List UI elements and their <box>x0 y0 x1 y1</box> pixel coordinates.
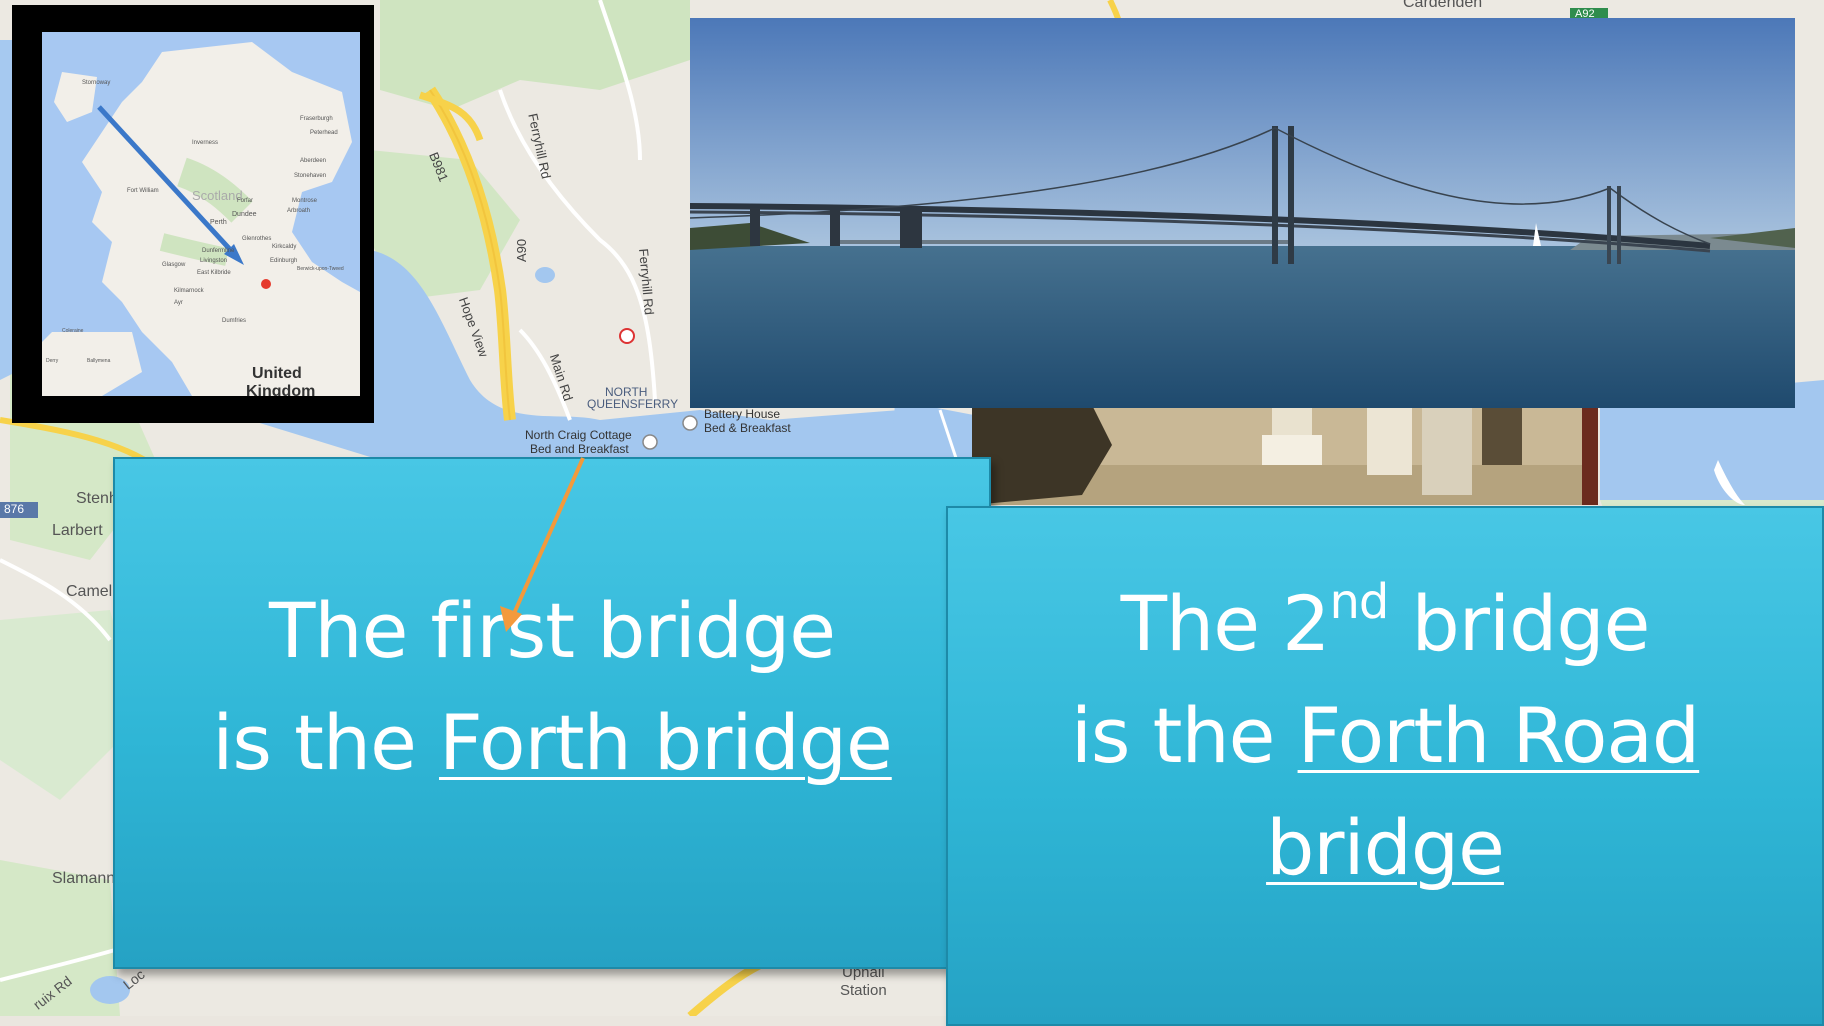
map-label-slamannan: Slamann <box>52 870 116 887</box>
first-bridge-line2: is the Forth bridge <box>115 687 989 799</box>
old-bridge-photo-graphic <box>972 405 1598 505</box>
inset-label-fraserburgh: Fraserburgh <box>300 116 333 122</box>
inset-label-dumfries: Dumfries <box>222 318 246 324</box>
forth-road-bridge-link-cont[interactable]: bridge <box>1266 803 1505 892</box>
inset-label-peterhead: Peterhead <box>310 130 338 136</box>
old-bridge-photo <box>972 405 1598 505</box>
map-label-battery-house-bb: Bed & Breakfast <box>704 421 791 435</box>
inset-label-edinburgh: Edinburgh <box>270 258 297 264</box>
map-label-b876: 876 <box>4 502 25 516</box>
inset-label-kingdom: Kingdom <box>246 383 315 396</box>
map-label-stenhouse: Stenh <box>76 490 118 507</box>
inset-label-east-kilbride: East Kilbride <box>197 270 231 276</box>
inset-label-stornoway: Stornoway <box>82 80 110 86</box>
inset-label-berwick: Berwick-upon-Tweed <box>297 266 344 272</box>
map-label-north-craig-bb: Bed and Breakfast <box>530 442 629 456</box>
inset-label-ayr: Ayr <box>174 300 183 306</box>
inset-label-scotland: Scotland <box>192 188 243 203</box>
inset-label-glasgow: Glasgow <box>162 262 186 268</box>
forth-road-bridge-photo <box>690 18 1795 408</box>
map-label-larbert: Larbert <box>52 522 103 539</box>
second-bridge-ordinal-suffix: nd <box>1329 573 1389 630</box>
inset-label-dundee: Dundee <box>232 211 257 218</box>
first-bridge-line1: The first bridge <box>268 586 836 675</box>
first-bridge-line2-prefix: is the <box>212 698 440 787</box>
first-bridge-callout: The first bridge is the Forth bridge <box>113 457 991 969</box>
second-bridge-line1: The 2nd bridge <box>948 568 1822 680</box>
forth-bridge-link[interactable]: Forth bridge <box>439 698 893 787</box>
bridge-photo-graphic <box>690 18 1795 408</box>
inset-label-fort-william: Fort William <box>127 188 159 194</box>
inset-label-montrose: Montrose <box>292 198 318 204</box>
inset-label-kilmarnock: Kilmarnock <box>174 288 205 294</box>
second-bridge-line3: bridge <box>948 792 1822 904</box>
map-label-north-craig: North Craig Cottage <box>525 428 632 442</box>
inset-label-coleraine: Coleraine <box>62 328 84 334</box>
second-bridge-line1-prefix: The 2 <box>1120 579 1331 668</box>
inset-label-inverness: Inverness <box>192 140 218 146</box>
inset-label-derry: Derry <box>46 358 59 364</box>
scotland-inset-map: Scotland Stornoway Inverness Aberdeen Fr… <box>12 5 374 423</box>
forth-road-bridge-link[interactable]: Forth Road <box>1298 691 1701 780</box>
inset-label-aberdeen: Aberdeen <box>300 158 326 164</box>
inset-label-united: United <box>252 365 302 382</box>
map-label-battery-house: Battery House <box>704 407 781 421</box>
inset-label-dunfermline: Dunfermline <box>202 248 235 254</box>
map-label-uphall-station: Station <box>840 982 887 999</box>
inset-label-ballymena: Ballymena <box>87 358 111 364</box>
second-bridge-line2: is the Forth Road <box>948 680 1822 792</box>
inset-label-glenrothes: Glenrothes <box>242 236 271 242</box>
second-bridge-line2-prefix: is the <box>1070 691 1298 780</box>
inset-label-perth: Perth <box>210 219 227 226</box>
second-bridge-callout: The 2nd bridge is the Forth Road bridge <box>946 506 1824 1026</box>
inset-label-forfar: Forfar <box>237 198 253 204</box>
second-bridge-line1-suffix: bridge <box>1388 579 1651 668</box>
inset-label-livingston: Livingston <box>200 258 227 264</box>
scotland-map-graphic: Scotland Stornoway Inverness Aberdeen Fr… <box>42 32 360 396</box>
inset-label-arbroath: Arbroath <box>287 208 310 214</box>
map-label-a90: A90 <box>514 238 529 262</box>
inset-label-kirkcaldy: Kirkcaldy <box>272 244 296 250</box>
map-label-cardenden: Cardenden <box>1403 0 1483 11</box>
inset-label-stonehaven: Stonehaven <box>294 173 326 179</box>
map-label-camelon: Camel <box>66 583 113 600</box>
map-label-queensferry: QUEENSFERRY <box>587 397 679 411</box>
